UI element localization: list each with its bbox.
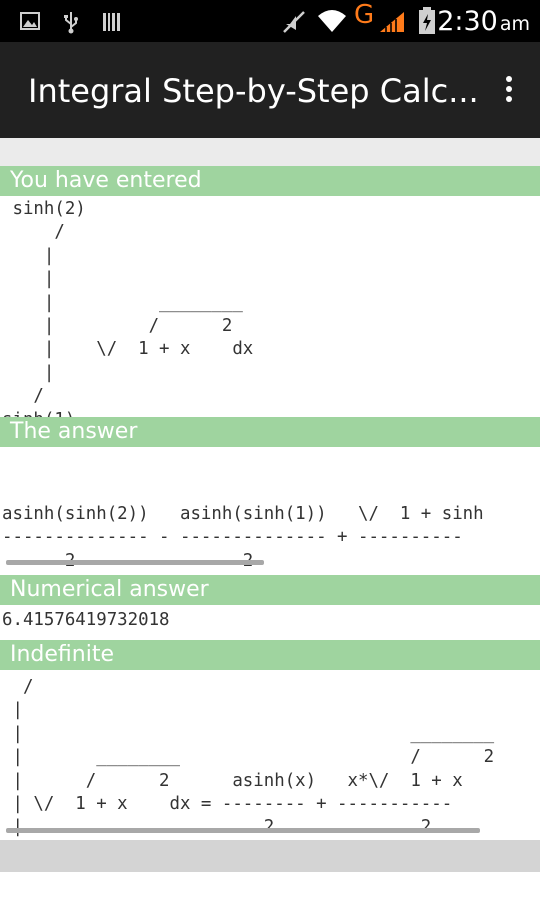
signal-icon <box>378 10 406 38</box>
answer-horizontal-scrollbar[interactable] <box>6 560 264 565</box>
wifi-icon <box>316 8 348 38</box>
indefinite-horizontal-scrollbar[interactable] <box>6 828 480 833</box>
indefinite-expression: / | | ________ | ________ / 2 | / 2 asin… <box>2 677 495 861</box>
top-divider <box>0 138 540 166</box>
app-title: Integral Step-by-Step Calc... <box>28 72 479 110</box>
usb-icon <box>62 10 80 38</box>
section-header-indefinite: Indefinite <box>0 640 540 670</box>
section-header-entered: You have entered <box>0 166 540 196</box>
network-type-label: G <box>354 0 375 30</box>
entered-expression: sinh(2) / | | | ________ | / 2 | \/ 1 + … <box>2 199 254 430</box>
action-bar: Integral Step-by-Step Calc... <box>0 42 540 138</box>
more-vert-icon[interactable] <box>504 76 514 106</box>
section-header-numerical: Numerical answer <box>0 575 540 605</box>
results-scroll-view[interactable]: You have entered sinh(2) / | | | _______… <box>0 138 540 900</box>
bottom-bar <box>0 840 540 872</box>
mute-icon <box>282 10 306 38</box>
image-icon <box>20 12 40 34</box>
status-bar: G 2:30 am <box>0 0 540 42</box>
barcode-icon <box>102 12 122 36</box>
numerical-value: 6.41576419732018 <box>2 610 170 630</box>
section-header-answer: The answer <box>0 417 540 447</box>
answer-expression: _________ / asinh(sinh(2)) asinh(sinh(1)… <box>2 503 484 571</box>
battery-icon <box>418 6 436 40</box>
clock: 2:30 am <box>437 6 530 37</box>
